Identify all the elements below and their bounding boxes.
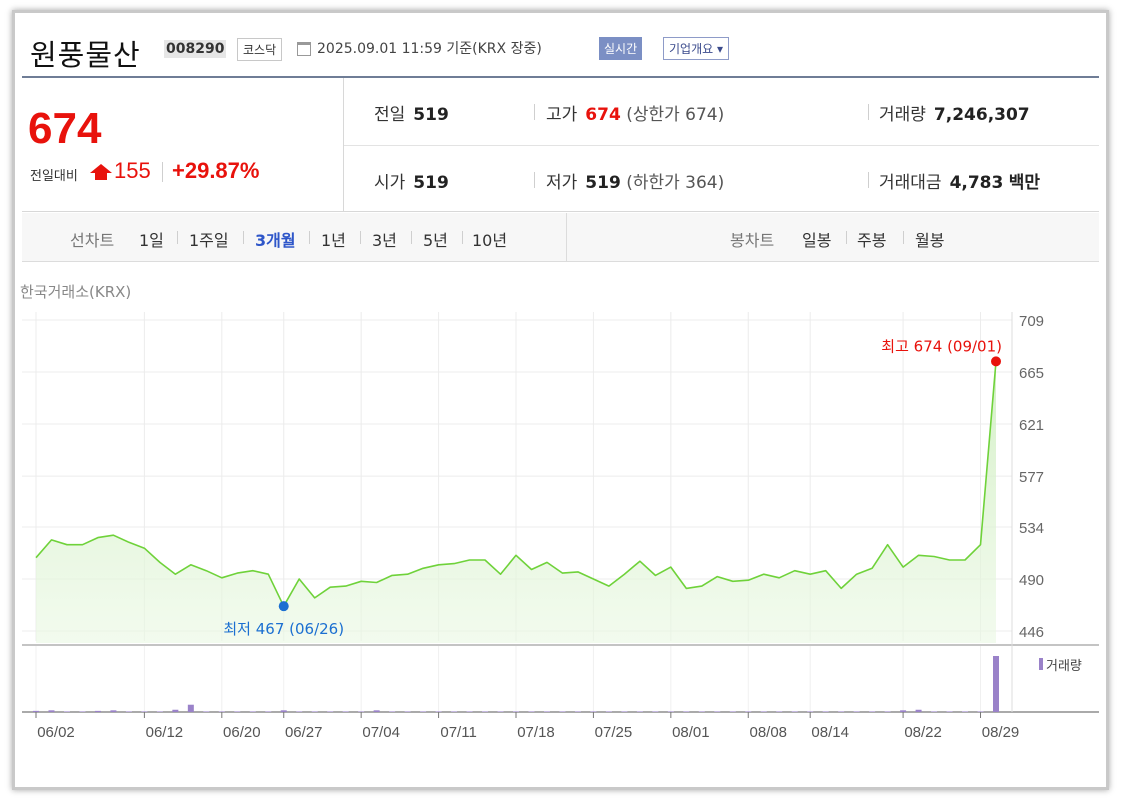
volume-bar [404, 711, 411, 712]
volume-bar [389, 711, 396, 712]
x-tick-label: 06/02 [37, 724, 75, 741]
volume-bar [513, 711, 519, 712]
volume-bar [172, 709, 179, 712]
chart-grid [22, 312, 1099, 713]
x-tick-label: 08/22 [904, 724, 942, 741]
volume-legend-swatch [1039, 658, 1043, 670]
volume-bar [636, 711, 643, 712]
volume-legend-label: 거래량 [1046, 659, 1082, 674]
x-tick-label: 07/18 [517, 724, 555, 741]
volume-bar [125, 711, 132, 712]
volume-bar [358, 711, 365, 712]
volume-bar [110, 710, 117, 712]
x-tick-label: 08/01 [672, 724, 710, 741]
x-axis-labels: 06/02 06/12 06/20 06/27 07/04 07/11 07/18 07/25… [35, 712, 1020, 741]
volume-bar [900, 710, 907, 712]
volume-bar [621, 711, 628, 712]
volume-bar [265, 711, 272, 712]
volume-bar [497, 711, 504, 712]
volume-bar [311, 711, 318, 712]
volume-bar [698, 711, 705, 712]
min-annotation: 최저 467 (06/26) [223, 620, 344, 638]
volume-bar [234, 711, 241, 712]
volume-bar [94, 710, 101, 712]
y-tick-label: 709 [1019, 313, 1044, 330]
volume-bar [590, 711, 597, 712]
volume-bar [853, 711, 860, 712]
volume-bar [791, 711, 798, 712]
volume-bar [203, 711, 210, 712]
volume-bar [838, 711, 845, 712]
x-tick-label: 07/11 [440, 724, 476, 741]
x-tick-label: 08/29 [982, 724, 1020, 741]
volume-bar [962, 711, 969, 712]
volume-bar [667, 711, 674, 712]
x-tick-label: 06/12 [146, 724, 184, 741]
min-point-marker [278, 601, 289, 612]
volume-bar [156, 711, 163, 712]
volume-bar [683, 711, 690, 712]
x-tick-label: 07/04 [362, 724, 400, 741]
volume-bar [714, 711, 721, 712]
volume-bar [822, 711, 829, 712]
volume-bar [63, 711, 70, 712]
volume-bar [946, 711, 953, 712]
price-chart: 709 665 621 577 534 490 446 거래량 06/02 06/12 06/2… [22, 312, 1099, 741]
volume-bar [543, 711, 550, 712]
volume-bar [141, 711, 148, 712]
volume-bar [528, 711, 535, 712]
volume-bar [977, 711, 984, 712]
volume-bar [482, 711, 489, 712]
volume-bar [451, 711, 458, 712]
volume-bar [420, 711, 427, 712]
volume-bar [776, 711, 783, 712]
volume-bar [574, 711, 581, 712]
y-tick-label: 665 [1019, 365, 1044, 382]
volume-bar [249, 711, 256, 712]
volume-bar [993, 656, 999, 712]
volume-bar [373, 710, 380, 712]
x-tick-label: 07/25 [595, 724, 633, 741]
volume-bar [760, 711, 767, 712]
volume-bar [187, 704, 194, 712]
x-tick-label: 06/27 [285, 724, 323, 741]
volume-bar [652, 711, 659, 712]
volume-bar [296, 711, 303, 712]
y-tick-label: 446 [1019, 624, 1044, 641]
y-tick-label: 621 [1019, 417, 1044, 434]
volume-bar [280, 710, 287, 712]
volume-bar [807, 711, 814, 712]
volume-bar [79, 711, 86, 712]
volume-bar [466, 711, 473, 712]
volume-bar [605, 711, 612, 712]
volume-bar [48, 710, 55, 712]
volume-bar [218, 711, 225, 712]
volume-bar [884, 711, 891, 712]
volume-bars: 거래량 [33, 656, 1082, 712]
volume-bar [745, 711, 752, 712]
volume-bar [559, 711, 566, 712]
volume-bar [915, 709, 922, 712]
y-axis-labels: 709 665 621 577 534 490 446 [1019, 313, 1044, 641]
volume-bar [435, 711, 442, 712]
x-tick-label: 06/20 [223, 724, 261, 741]
max-point-marker [991, 356, 1001, 367]
volume-bar [342, 711, 349, 712]
x-tick-label: 08/14 [811, 724, 849, 741]
max-annotation: 최고 674 (09/01) [881, 337, 1002, 355]
y-tick-label: 534 [1019, 520, 1044, 537]
volume-bar [931, 711, 938, 712]
y-tick-label: 577 [1019, 469, 1044, 486]
volume-bar [729, 711, 736, 712]
volume-bar [33, 710, 39, 712]
x-tick-label: 08/08 [749, 724, 787, 741]
y-tick-label: 490 [1019, 572, 1044, 589]
volume-bar [869, 711, 876, 712]
volume-bar [327, 711, 334, 712]
